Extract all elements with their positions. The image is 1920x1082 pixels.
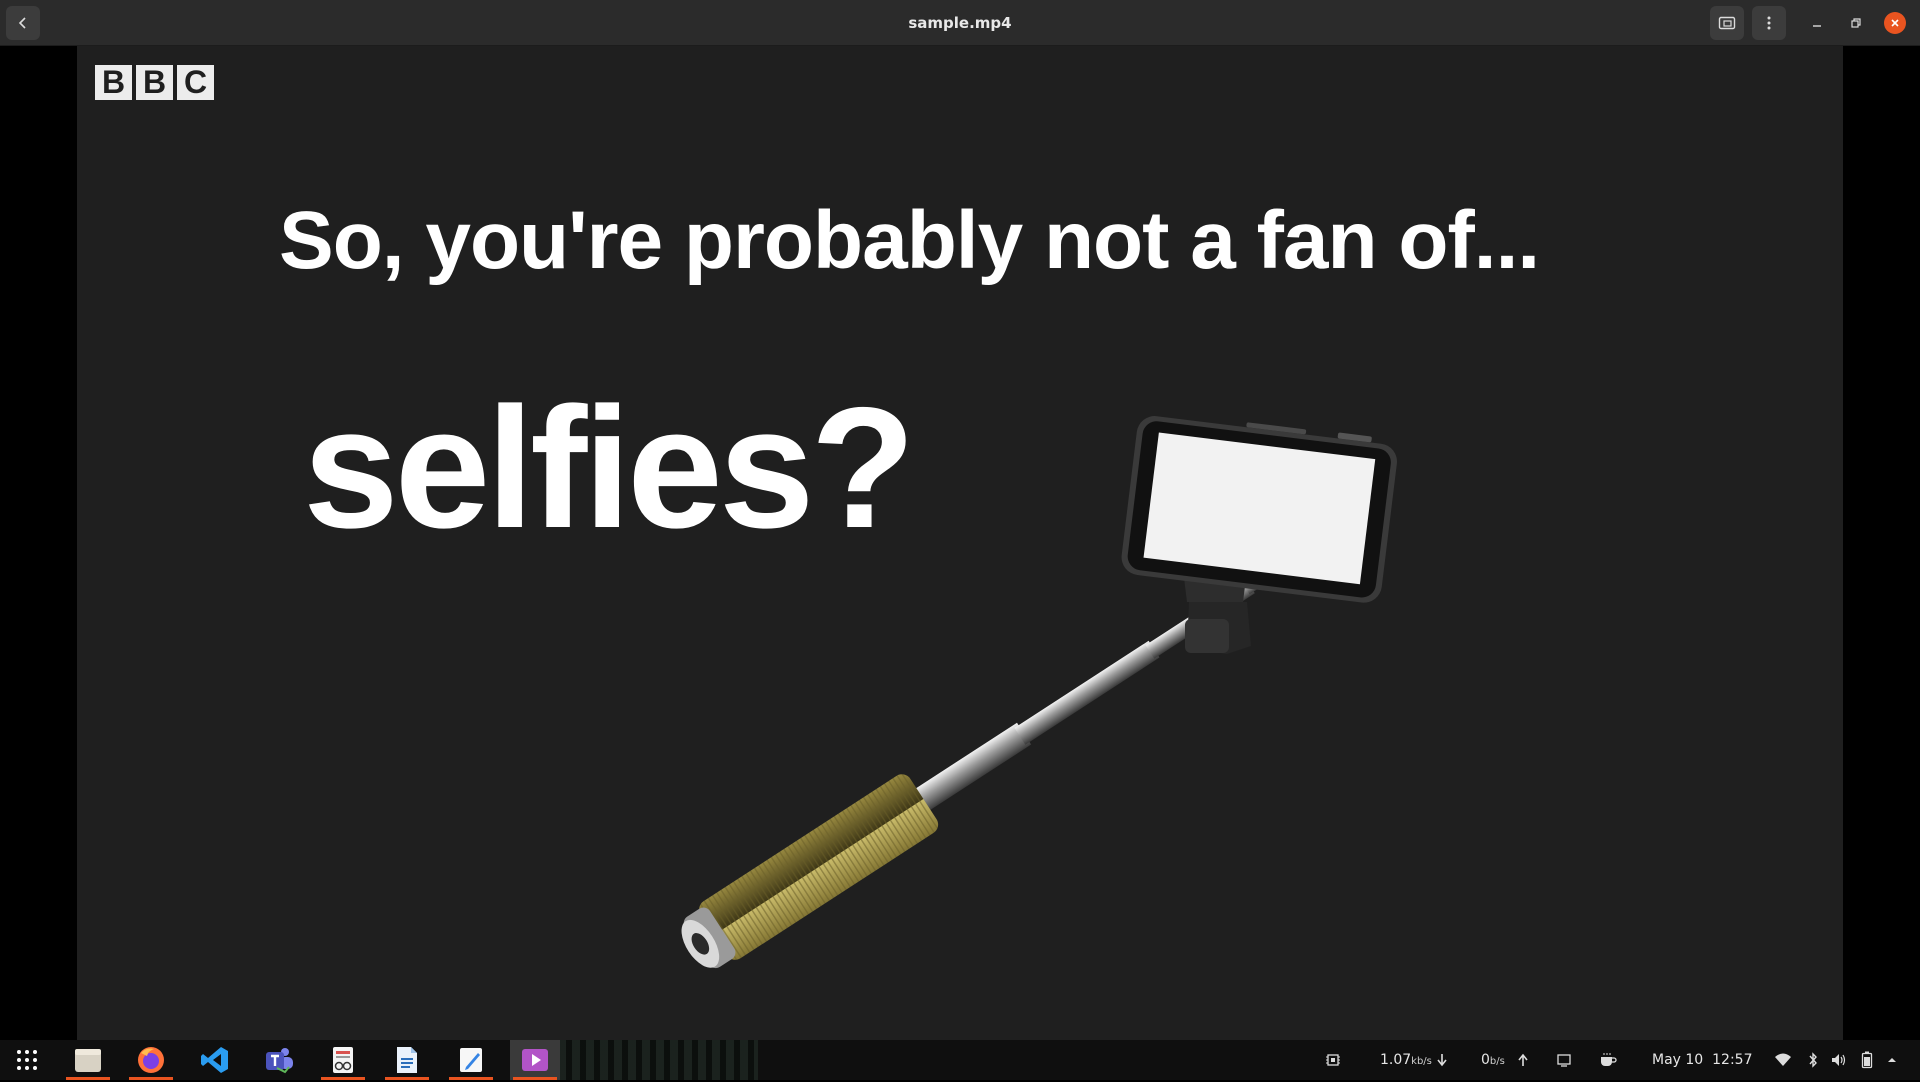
restore-button[interactable] bbox=[1842, 9, 1870, 37]
title-bar: sample.mp4 bbox=[0, 0, 1920, 46]
taskbar: 1.07kb/s 0b/s May 10 12:57 bbox=[0, 1040, 1920, 1080]
vscode-icon bbox=[201, 1047, 228, 1073]
close-button[interactable] bbox=[1884, 12, 1906, 34]
menu-button[interactable] bbox=[1752, 6, 1786, 40]
firefox-icon bbox=[138, 1047, 164, 1073]
wallpaper-strip bbox=[558, 1040, 758, 1080]
battery-icon[interactable] bbox=[1857, 1050, 1877, 1070]
wifi-icon[interactable] bbox=[1773, 1050, 1793, 1070]
phone-illustration bbox=[1121, 416, 1397, 603]
document-viewer-icon bbox=[333, 1047, 353, 1073]
bluetooth-icon[interactable] bbox=[1803, 1050, 1823, 1070]
kebab-menu-icon bbox=[1767, 16, 1771, 30]
taskbar-app-document-viewer[interactable] bbox=[318, 1040, 368, 1080]
system-monitor-icon[interactable] bbox=[1323, 1050, 1343, 1070]
files-icon bbox=[75, 1049, 101, 1072]
taskbar-app-video-player[interactable] bbox=[510, 1040, 560, 1080]
minimize-button[interactable] bbox=[1803, 9, 1831, 37]
clock-time: 12:57 bbox=[1712, 1052, 1753, 1068]
taskbar-app-writer[interactable] bbox=[382, 1040, 432, 1080]
volume-icon[interactable] bbox=[1829, 1050, 1849, 1070]
video-player-icon bbox=[522, 1049, 548, 1071]
selfie-stick-illustration bbox=[681, 416, 1397, 969]
pip-icon bbox=[1718, 16, 1736, 30]
upload-unit: b/s bbox=[1489, 1056, 1505, 1067]
window-title: sample.mp4 bbox=[908, 14, 1012, 32]
picture-in-picture-button[interactable] bbox=[1710, 6, 1744, 40]
download-unit: kb/s bbox=[1411, 1056, 1432, 1067]
app-grid-icon bbox=[17, 1050, 37, 1070]
writer-icon bbox=[397, 1047, 417, 1073]
upload-value: 0 bbox=[1481, 1052, 1490, 1068]
text-editor-icon bbox=[460, 1048, 482, 1072]
tray-expand-icon[interactable] bbox=[1882, 1050, 1902, 1070]
minimize-icon bbox=[1813, 25, 1821, 27]
video-viewport[interactable]: B B C So, you're probably not a fan of..… bbox=[0, 46, 1920, 1040]
screen-icon[interactable] bbox=[1554, 1050, 1574, 1070]
taskbar-app-files[interactable] bbox=[63, 1040, 113, 1080]
chevron-left-icon bbox=[18, 17, 26, 29]
network-upload-speed: 0b/s bbox=[1481, 1040, 1505, 1080]
download-value: 1.07 bbox=[1380, 1052, 1412, 1068]
upload-arrow-icon bbox=[1513, 1050, 1533, 1070]
network-download-speed: 1.07kb/s bbox=[1380, 1040, 1432, 1080]
clock[interactable]: May 10 12:57 bbox=[1652, 1040, 1752, 1080]
download-arrow-icon bbox=[1432, 1050, 1452, 1070]
taskbar-app-vscode[interactable] bbox=[190, 1040, 240, 1080]
close-icon bbox=[1891, 19, 1899, 27]
restore-icon bbox=[1851, 18, 1861, 28]
taskbar-app-firefox[interactable] bbox=[126, 1040, 176, 1080]
clock-date: May 10 bbox=[1652, 1052, 1704, 1068]
taskbar-app-teams[interactable] bbox=[254, 1040, 304, 1080]
teams-icon bbox=[266, 1048, 293, 1074]
app-grid-button[interactable] bbox=[2, 1040, 52, 1080]
video-frame: B B C So, you're probably not a fan of..… bbox=[77, 46, 1843, 1040]
taskbar-app-text-editor[interactable] bbox=[446, 1040, 496, 1080]
coffee-icon[interactable] bbox=[1598, 1050, 1618, 1070]
back-button[interactable] bbox=[6, 6, 40, 40]
